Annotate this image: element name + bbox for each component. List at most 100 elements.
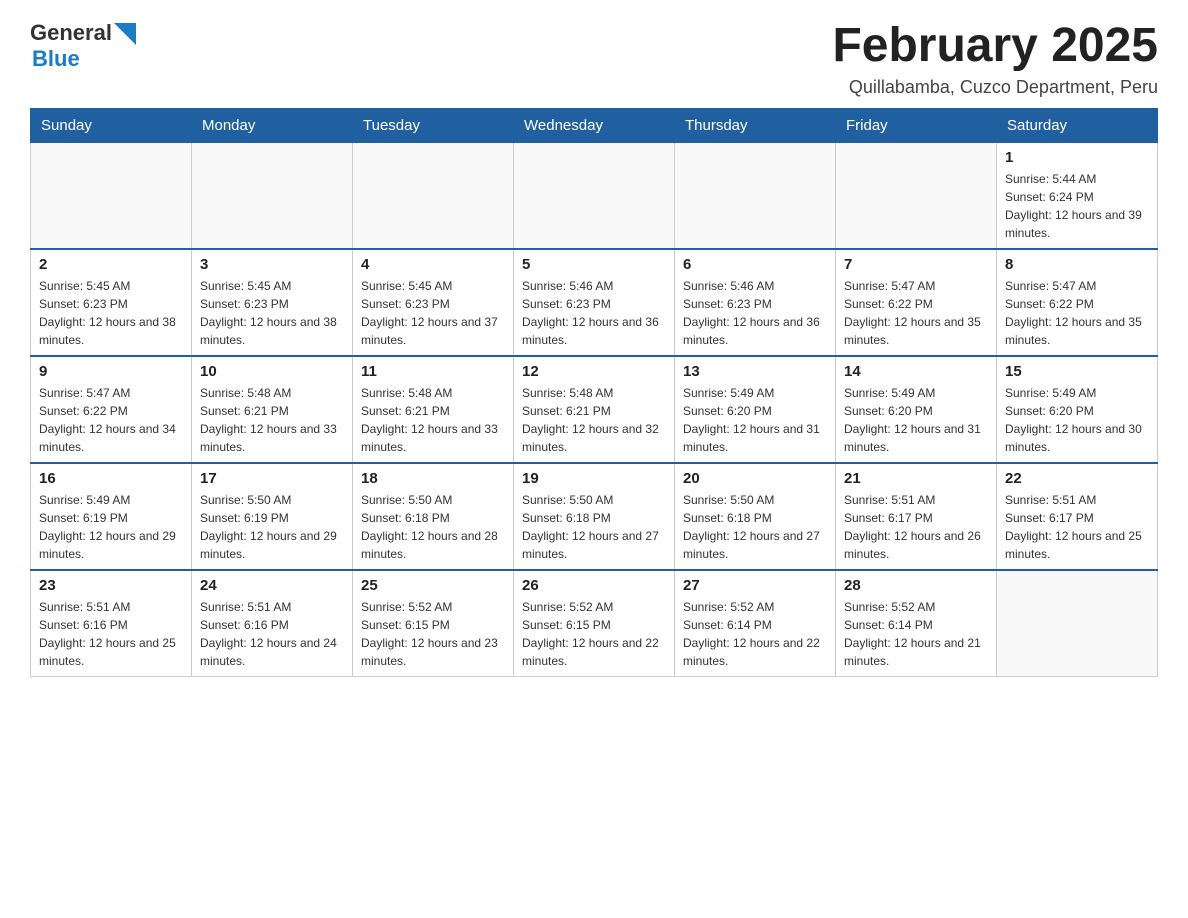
day-number: 3 (200, 256, 344, 273)
table-row: 22Sunrise: 5:51 AMSunset: 6:17 PMDayligh… (997, 463, 1158, 570)
day-info: Sunrise: 5:52 AMSunset: 6:14 PMDaylight:… (683, 598, 827, 670)
table-row: 25 Sunrise: 5:52 AMSunset: 6:15 PMDayligh… (353, 570, 514, 677)
day-info: Sunrise: 5:50 AMSunset: 6:19 PMDaylight:… (200, 491, 344, 563)
day-info: Sunrise: 5:45 AMSunset: 6:23 PMDaylight:… (39, 277, 183, 349)
day-number: 2 (39, 256, 183, 273)
day-info: Sunrise: 5:48 AMSunset: 6:21 PMDaylight:… (522, 384, 666, 456)
day-info: Sunrise: 5:49 AMSunset: 6:19 PMDaylight:… (39, 491, 183, 563)
day-info: Sunrise: 5:49 AMSunset: 6:20 PMDaylight:… (683, 384, 827, 456)
table-row (675, 142, 836, 249)
table-row: 28 Sunrise: 5:52 AMSunset: 6:14 PMDayligh… (836, 570, 997, 677)
day-number: 20 (683, 470, 827, 487)
calendar-week-row: 9Sunrise: 5:47 AMSunset: 6:22 PMDaylight… (31, 356, 1158, 463)
day-info: Sunrise: 5:45 AMSunset: 6:23 PMDaylight:… (361, 277, 505, 349)
day-number: 13 (683, 363, 827, 380)
table-row: 24Sunrise: 5:51 AMSunset: 6:16 PMDayligh… (192, 570, 353, 677)
day-number: 22 (1005, 470, 1149, 487)
calendar-week-row: 16 Sunrise: 5:49 AMSunset: 6:19 PMDayligh… (31, 463, 1158, 570)
day-info: Sunrise: 5:45 AMSunset: 6:23 PMDaylight:… (200, 277, 344, 349)
table-row: 15Sunrise: 5:49 AMSunset: 6:20 PMDayligh… (997, 356, 1158, 463)
table-row: 12 Sunrise: 5:48 AMSunset: 6:21 PMDayligh… (514, 356, 675, 463)
table-row: 27 Sunrise: 5:52 AMSunset: 6:14 PMDayligh… (675, 570, 836, 677)
day-number: 11 (361, 363, 505, 380)
day-info: Sunrise: 5:51 AMSunset: 6:17 PMDaylight:… (844, 491, 988, 563)
table-row: 23Sunrise: 5:51 AMSunset: 6:16 PMDayligh… (31, 570, 192, 677)
col-sunday: Sunday (31, 108, 192, 142)
table-row: 2 Sunrise: 5:45 AMSunset: 6:23 PMDaylight… (31, 249, 192, 356)
table-row: 16 Sunrise: 5:49 AMSunset: 6:19 PMDayligh… (31, 463, 192, 570)
table-row: 21 Sunrise: 5:51 AMSunset: 6:17 PMDayligh… (836, 463, 997, 570)
day-number: 25 (361, 577, 505, 594)
day-number: 6 (683, 256, 827, 273)
table-row: 9Sunrise: 5:47 AMSunset: 6:22 PMDaylight… (31, 356, 192, 463)
day-info: Sunrise: 5:47 AMSunset: 6:22 PMDaylight:… (39, 384, 183, 456)
table-row: 1 Sunrise: 5:44 AMSunset: 6:24 PMDaylight… (997, 142, 1158, 249)
day-number: 10 (200, 363, 344, 380)
table-row: 26 Sunrise: 5:52 AMSunset: 6:15 PMDayligh… (514, 570, 675, 677)
table-row (997, 570, 1158, 677)
table-row (514, 142, 675, 249)
day-number: 19 (522, 470, 666, 487)
page-header: General Blue February 2025 Quillabamba, … (30, 20, 1158, 98)
day-info: Sunrise: 5:47 AMSunset: 6:22 PMDaylight:… (844, 277, 988, 349)
col-tuesday: Tuesday (353, 108, 514, 142)
table-row (353, 142, 514, 249)
col-monday: Monday (192, 108, 353, 142)
day-info: Sunrise: 5:46 AMSunset: 6:23 PMDaylight:… (683, 277, 827, 349)
table-row: 17Sunrise: 5:50 AMSunset: 6:19 PMDayligh… (192, 463, 353, 570)
day-number: 12 (522, 363, 666, 380)
day-info: Sunrise: 5:47 AMSunset: 6:22 PMDaylight:… (1005, 277, 1149, 349)
day-info: Sunrise: 5:48 AMSunset: 6:21 PMDaylight:… (361, 384, 505, 456)
table-row: 8 Sunrise: 5:47 AMSunset: 6:22 PMDaylight… (997, 249, 1158, 356)
day-number: 23 (39, 577, 183, 594)
day-number: 18 (361, 470, 505, 487)
table-row (31, 142, 192, 249)
table-row: 10Sunrise: 5:48 AMSunset: 6:21 PMDayligh… (192, 356, 353, 463)
day-number: 5 (522, 256, 666, 273)
table-row: 19 Sunrise: 5:50 AMSunset: 6:18 PMDayligh… (514, 463, 675, 570)
calendar-week-row: 23Sunrise: 5:51 AMSunset: 6:16 PMDayligh… (31, 570, 1158, 677)
table-row: 14Sunrise: 5:49 AMSunset: 6:20 PMDayligh… (836, 356, 997, 463)
table-row: 3 Sunrise: 5:45 AMSunset: 6:23 PMDaylight… (192, 249, 353, 356)
day-info: Sunrise: 5:50 AMSunset: 6:18 PMDaylight:… (522, 491, 666, 563)
day-number: 14 (844, 363, 988, 380)
table-row: 5 Sunrise: 5:46 AMSunset: 6:23 PMDaylight… (514, 249, 675, 356)
table-row: 6 Sunrise: 5:46 AMSunset: 6:23 PMDaylight… (675, 249, 836, 356)
day-number: 21 (844, 470, 988, 487)
logo-blue-text: Blue (32, 46, 80, 72)
table-row: 4Sunrise: 5:45 AMSunset: 6:23 PMDaylight… (353, 249, 514, 356)
day-number: 27 (683, 577, 827, 594)
calendar-week-row: 1 Sunrise: 5:44 AMSunset: 6:24 PMDaylight… (31, 142, 1158, 249)
col-wednesday: Wednesday (514, 108, 675, 142)
day-info: Sunrise: 5:52 AMSunset: 6:15 PMDaylight:… (522, 598, 666, 670)
day-number: 26 (522, 577, 666, 594)
table-row: 13 Sunrise: 5:49 AMSunset: 6:20 PMDayligh… (675, 356, 836, 463)
col-thursday: Thursday (675, 108, 836, 142)
col-friday: Friday (836, 108, 997, 142)
day-info: Sunrise: 5:52 AMSunset: 6:14 PMDaylight:… (844, 598, 988, 670)
day-number: 8 (1005, 256, 1149, 273)
month-title: February 2025 (832, 20, 1158, 73)
day-info: Sunrise: 5:49 AMSunset: 6:20 PMDaylight:… (1005, 384, 1149, 456)
day-info: Sunrise: 5:46 AMSunset: 6:23 PMDaylight:… (522, 277, 666, 349)
day-info: Sunrise: 5:44 AMSunset: 6:24 PMDaylight:… (1005, 170, 1149, 242)
title-area: February 2025 Quillabamba, Cuzco Departm… (832, 20, 1158, 98)
logo: General Blue (30, 20, 136, 72)
day-number: 28 (844, 577, 988, 594)
day-number: 7 (844, 256, 988, 273)
col-saturday: Saturday (997, 108, 1158, 142)
calendar-table: Sunday Monday Tuesday Wednesday Thursday… (30, 108, 1158, 677)
day-number: 24 (200, 577, 344, 594)
calendar-header-row: Sunday Monday Tuesday Wednesday Thursday… (31, 108, 1158, 142)
day-info: Sunrise: 5:50 AMSunset: 6:18 PMDaylight:… (683, 491, 827, 563)
location-subtitle: Quillabamba, Cuzco Department, Peru (832, 77, 1158, 98)
table-row: 18Sunrise: 5:50 AMSunset: 6:18 PMDayligh… (353, 463, 514, 570)
table-row: 11 Sunrise: 5:48 AMSunset: 6:21 PMDayligh… (353, 356, 514, 463)
day-number: 1 (1005, 149, 1149, 166)
day-number: 16 (39, 470, 183, 487)
table-row: 20 Sunrise: 5:50 AMSunset: 6:18 PMDayligh… (675, 463, 836, 570)
logo-triangle-icon (114, 23, 136, 45)
table-row (192, 142, 353, 249)
day-info: Sunrise: 5:52 AMSunset: 6:15 PMDaylight:… (361, 598, 505, 670)
calendar-week-row: 2 Sunrise: 5:45 AMSunset: 6:23 PMDaylight… (31, 249, 1158, 356)
